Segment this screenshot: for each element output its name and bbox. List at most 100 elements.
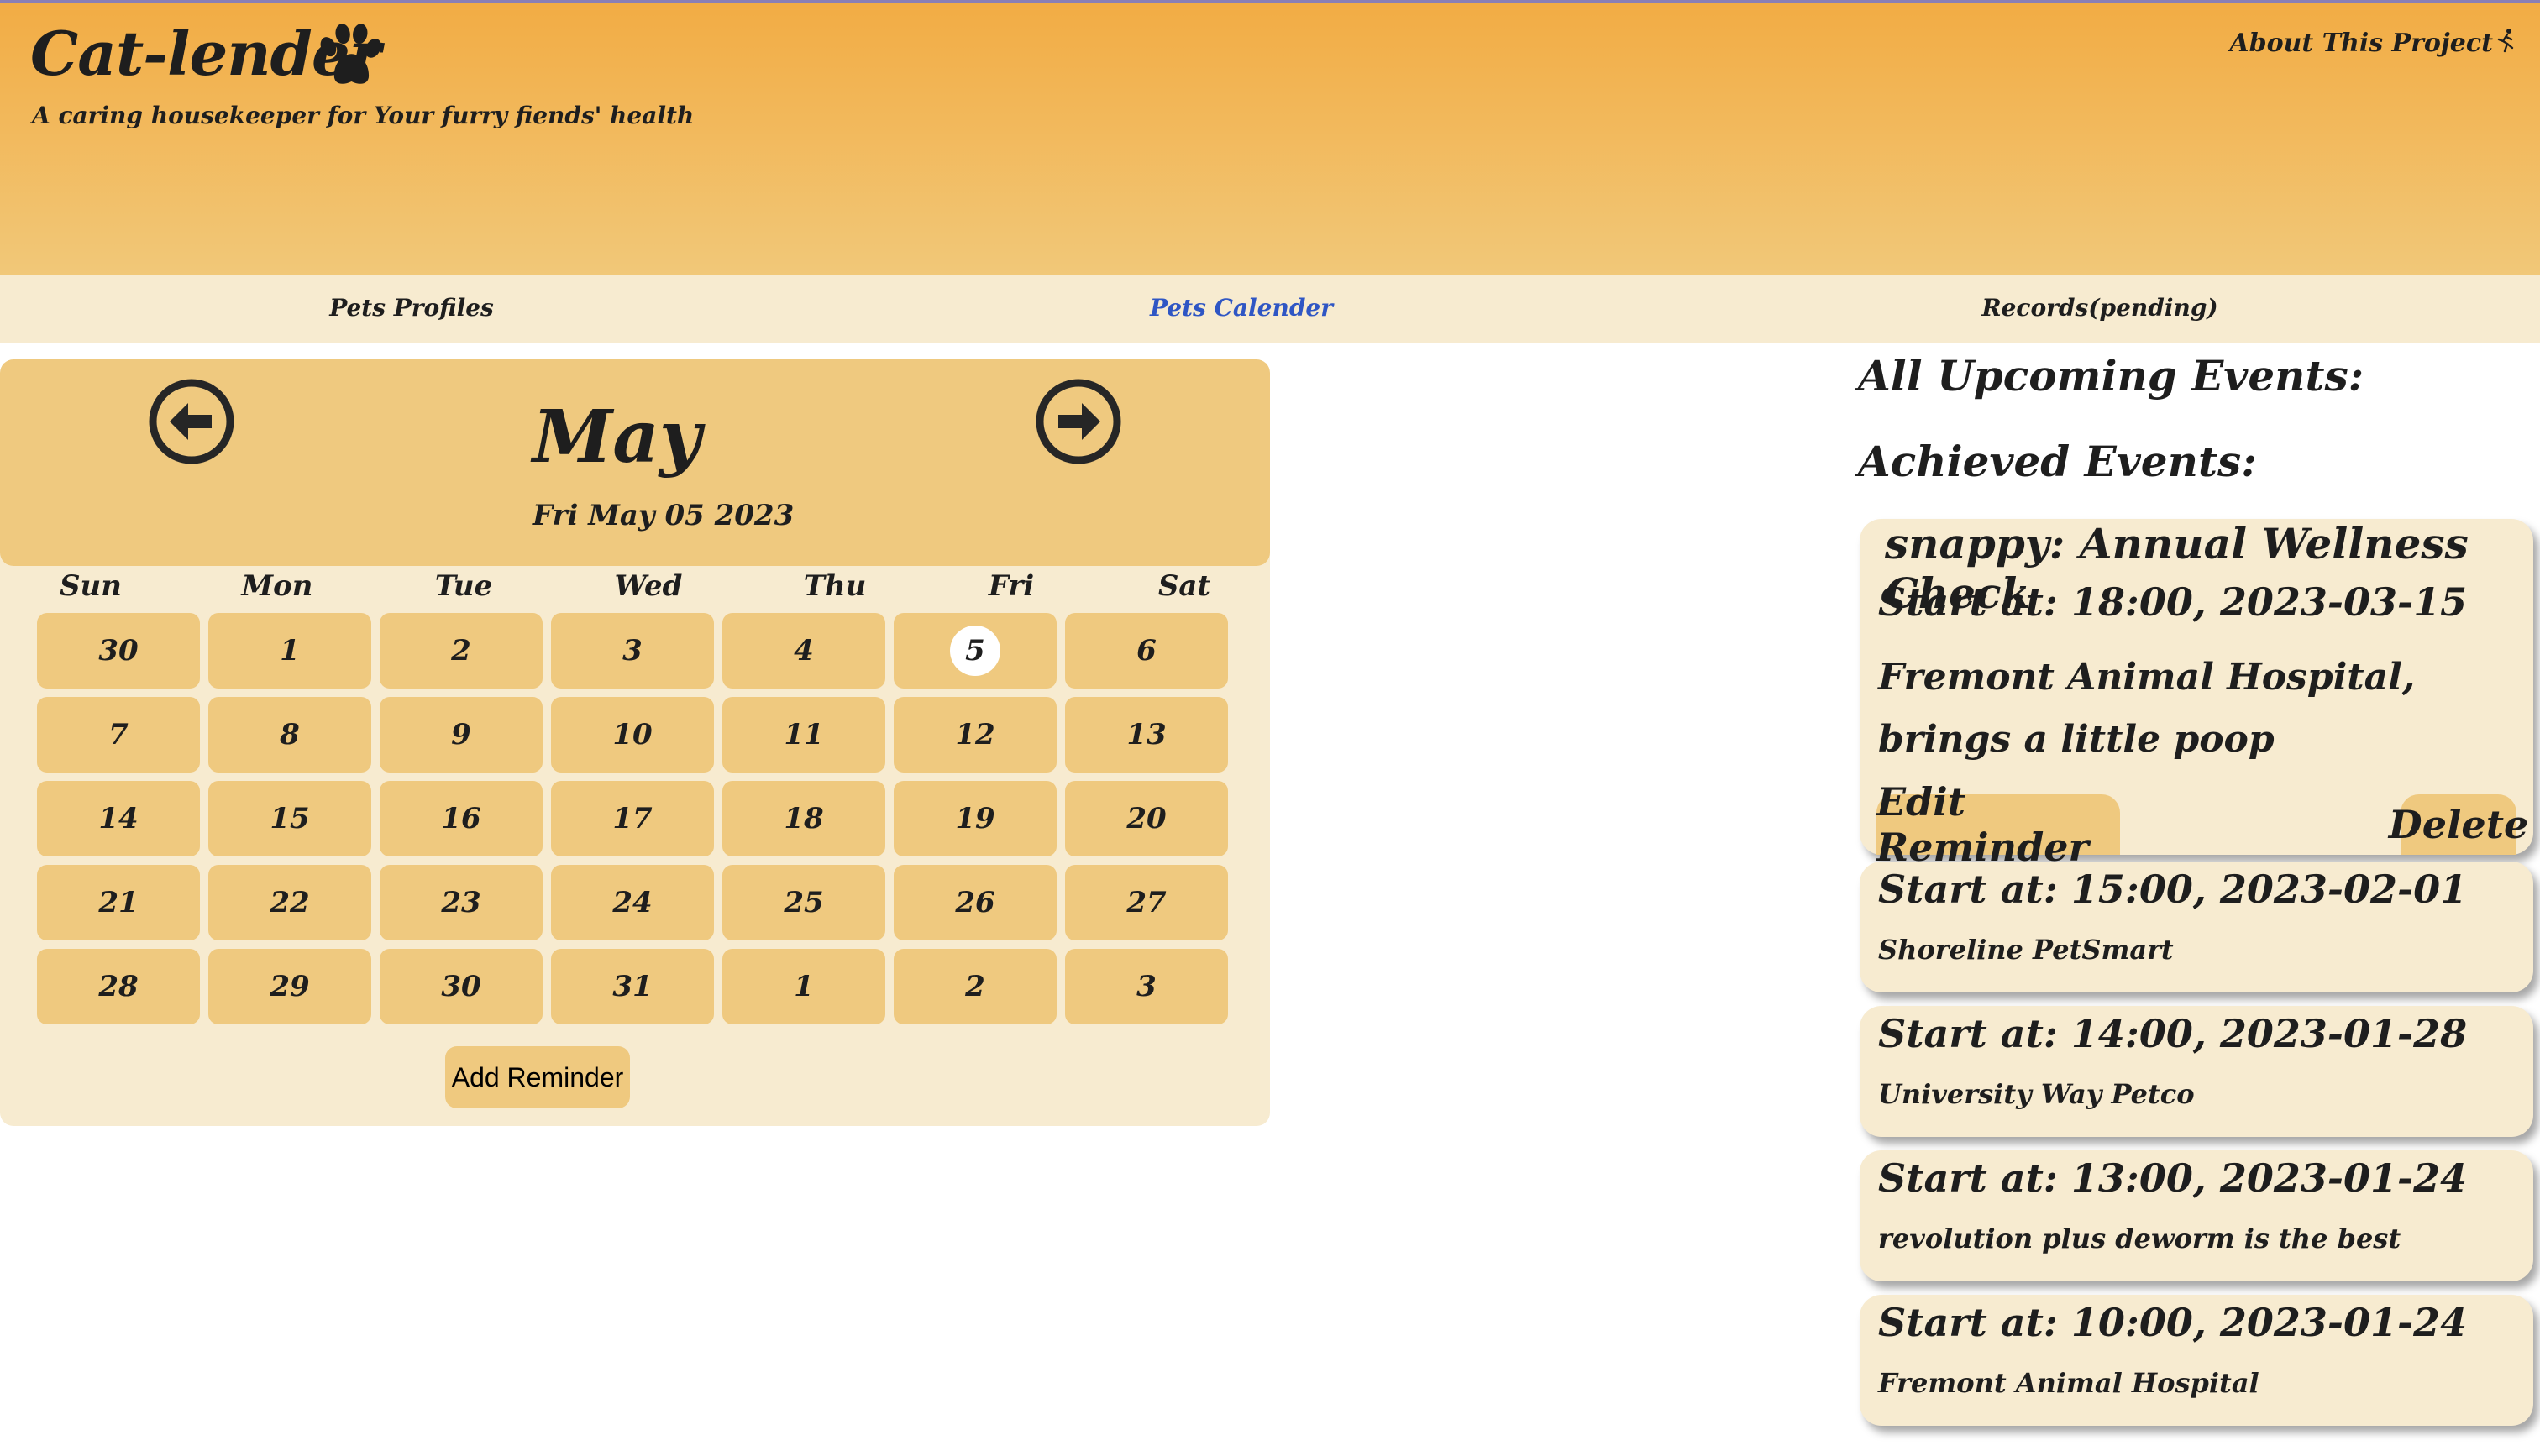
weekday-fri: Fri: [988, 569, 1035, 603]
weekday-wed: Wed: [614, 569, 683, 603]
event-location: revolution plus deworm is the best: [1878, 1223, 2401, 1254]
calendar-day[interactable]: 13: [1065, 697, 1228, 773]
calendar-day[interactable]: 3: [1065, 949, 1228, 1024]
calendar-day-number: 24: [612, 886, 653, 919]
calendar-day-number: 31: [612, 970, 653, 1003]
calendar-day[interactable]: 7: [37, 697, 200, 773]
calendar-day-number: 30: [98, 634, 139, 668]
calendar-month: May: [533, 395, 701, 479]
calendar-day-number: 1: [280, 634, 300, 668]
event-start: Start at: 15:00, 2023-02-01: [1878, 867, 2468, 912]
calendar-day[interactable]: 30: [37, 613, 200, 689]
weekday-thu: Thu: [803, 569, 867, 603]
calendar-day-number: 26: [955, 886, 995, 919]
about-project-link[interactable]: About This Project: [2229, 28, 2516, 58]
calendar-day[interactable]: 16: [380, 781, 543, 856]
calendar-day-number: 3: [622, 634, 643, 668]
calendar-day[interactable]: 11: [722, 697, 885, 773]
nav-records[interactable]: Records(pending): [1981, 294, 2217, 322]
arrow-right-circle-icon[interactable]: [1035, 378, 1122, 465]
calendar-day[interactable]: 9: [380, 697, 543, 773]
calendar-day-number: 18: [784, 802, 824, 835]
calendar-day[interactable]: 1: [722, 949, 885, 1024]
calendar-day-number: 28: [98, 970, 139, 1003]
calendar-day-number: 20: [1126, 802, 1167, 835]
calendar-day-number: 27: [1126, 886, 1167, 919]
weekday-sat: Sat: [1157, 569, 1211, 603]
calendar-day[interactable]: 19: [894, 781, 1057, 856]
calendar-day[interactable]: 30: [380, 949, 543, 1024]
calendar-day[interactable]: 15: [208, 781, 371, 856]
calendar-day[interactable]: 17: [551, 781, 714, 856]
event-location: University Way Petco: [1878, 1078, 2195, 1110]
event-card: Start at: 10:00, 2023-01-24 Fremont Anim…: [1860, 1295, 2533, 1426]
running-person-icon: [2497, 29, 2514, 53]
calendar-day-number: 15: [270, 802, 310, 835]
calendar-day[interactable]: 25: [722, 865, 885, 940]
calendar-day[interactable]: 29: [208, 949, 371, 1024]
event-location: Shoreline PetSmart: [1878, 934, 2174, 966]
nav-pets-profiles[interactable]: Pets Profiles: [329, 294, 494, 322]
delete-button[interactable]: Delete: [2389, 794, 2528, 855]
calendar-panel: May Fri May 05 2023 Sun Mon Tue Wed Thu …: [0, 359, 1270, 1126]
arrow-left-circle-icon[interactable]: [148, 378, 235, 465]
weekday-mon: Mon: [241, 569, 313, 603]
calendar-day-number: 2: [451, 634, 471, 668]
calendar-header: May Fri May 05 2023: [0, 359, 1270, 566]
calendar-day[interactable]: 21: [37, 865, 200, 940]
calendar-day-number: 25: [784, 886, 824, 919]
event-start: Start at: 18:00, 2023-03-15: [1878, 579, 2468, 625]
calendar-day-number: 21: [98, 886, 139, 919]
calendar-day-number: 11: [784, 718, 824, 752]
calendar-day[interactable]: 18: [722, 781, 885, 856]
calendar-day[interactable]: 23: [380, 865, 543, 940]
event-start: Start at: 13:00, 2023-01-24: [1878, 1155, 2468, 1201]
main-nav: Pets Profiles Pets Calender Records(pend…: [0, 275, 2540, 343]
weekday-tue: Tue: [434, 569, 493, 603]
calendar-day-number: 23: [441, 886, 481, 919]
add-reminder-button[interactable]: Add Reminder: [445, 1046, 630, 1108]
about-project-label: About This Project: [2229, 29, 2493, 58]
calendar-day[interactable]: 2: [380, 613, 543, 689]
calendar-day-number: 17: [612, 802, 653, 835]
calendar-day-number: 29: [270, 970, 310, 1003]
app-header: Cat-lender A caring housekeeper for Your…: [0, 0, 2540, 278]
calendar-day[interactable]: 26: [894, 865, 1057, 940]
calendar-day-number: 30: [441, 970, 481, 1003]
achieved-events-title: Achieved Events:: [1858, 437, 2257, 486]
calendar-day[interactable]: 3: [551, 613, 714, 689]
calendar-day[interactable]: 2: [894, 949, 1057, 1024]
edit-reminder-button[interactable]: Edit Reminder: [1876, 779, 2120, 870]
calendar-day[interactable]: 10: [551, 697, 714, 773]
calendar-day-number: 3: [1136, 970, 1157, 1003]
calendar-day[interactable]: 28: [37, 949, 200, 1024]
event-description: Fremont Animal Hospital, brings a little…: [1878, 656, 2416, 761]
current-date: Fri May 05 2023: [533, 499, 795, 532]
nav-pets-calender[interactable]: Pets Calender: [1150, 294, 1333, 322]
calendar-day[interactable]: 27: [1065, 865, 1228, 940]
calendar-day[interactable]: 8: [208, 697, 371, 773]
calendar-day[interactable]: 4: [722, 613, 885, 689]
upcoming-events-title: All Upcoming Events:: [1858, 351, 2364, 401]
calendar-day-number: 19: [955, 802, 995, 835]
calendar-day-number: 9: [451, 718, 471, 752]
calendar-day-number: 14: [98, 802, 139, 835]
event-location: Fremont Animal Hospital: [1878, 1367, 2259, 1399]
calendar-day[interactable]: 31: [551, 949, 714, 1024]
app-tagline: A caring housekeeper for Your furry fien…: [32, 102, 695, 129]
calendar-day-number: 4: [794, 634, 814, 668]
event-start: Start at: 14:00, 2023-01-28: [1878, 1011, 2468, 1056]
calendar-day[interactable]: 12: [894, 697, 1057, 773]
calendar-day-number: 1: [794, 970, 814, 1003]
calendar-day[interactable]: 14: [37, 781, 200, 856]
calendar-day-number: 2: [965, 970, 985, 1003]
calendar-day[interactable]: 20: [1065, 781, 1228, 856]
calendar-day[interactable]: 24: [551, 865, 714, 940]
calendar-day[interactable]: 5: [894, 613, 1057, 689]
calendar-day[interactable]: 22: [208, 865, 371, 940]
calendar-day[interactable]: 6: [1065, 613, 1228, 689]
calendar-day-number: 13: [1126, 718, 1167, 752]
event-card: Start at: 14:00, 2023-01-28 University W…: [1860, 1006, 2533, 1137]
calendar-day-number: 5: [950, 626, 1000, 676]
calendar-day[interactable]: 1: [208, 613, 371, 689]
